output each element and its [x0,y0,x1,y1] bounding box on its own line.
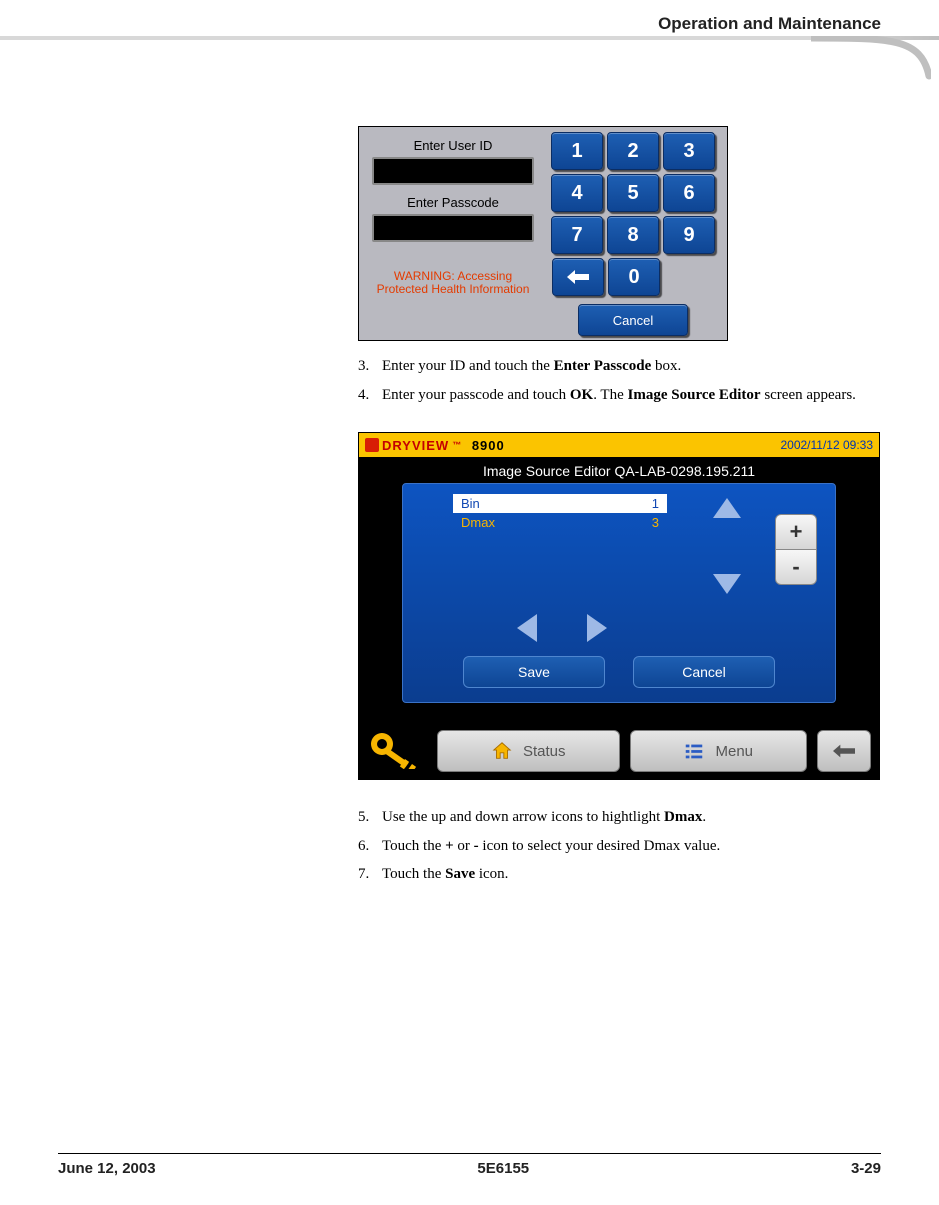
step-5: 5. Use the up and down arrow icons to hi… [358,806,871,829]
arrow-down-button[interactable] [713,574,741,594]
arrow-up-icon [713,498,741,518]
key-9[interactable]: 9 [663,216,715,254]
screen-title: Image Source Editor QA-LAB-0298.195.211 [359,457,879,483]
arrow-down-icon [713,574,741,594]
backspace-icon [567,270,589,284]
key-backspace[interactable] [552,258,604,296]
plus-button[interactable]: + [775,514,817,549]
header-divider [0,36,939,86]
step-7: 7. Touch the Save icon. [358,863,871,886]
home-icon [491,740,513,762]
instruction-list-b: 5. Use the up and down arrow icons to hi… [358,806,871,886]
kodak-logo-icon [365,438,379,452]
screenshot-image-source-editor: DRYVIEW™ 8900 2002/11/12 09:33 Image Sou… [358,432,880,780]
page-footer: June 12, 2003 5E6155 3-29 [58,1153,881,1177]
arrow-right-button[interactable] [587,614,607,642]
step-6: 6. Touch the + or - icon to select your … [358,835,871,858]
passcode-field[interactable] [372,214,534,242]
label-passcode: Enter Passcode [407,195,499,210]
back-arrow-icon [833,740,855,762]
parameter-list: Bin 1 Dmax 3 [453,494,667,532]
key-1[interactable]: 1 [551,132,603,170]
footer-date: June 12, 2003 [58,1160,156,1177]
screenshot-enter-passcode: Enter User ID Enter Passcode WARNING: Ac… [358,126,728,341]
cancel-button[interactable]: Cancel [578,304,688,336]
plus-minus-stepper: + - [775,514,815,585]
param-row-dmax[interactable]: Dmax 3 [453,513,667,532]
menu-button[interactable]: Menu [630,730,808,772]
param-label: Bin [461,496,480,511]
param-label: Dmax [461,515,495,530]
key-0[interactable]: 0 [608,258,660,296]
warning-text: WARNING: Accessing Protected Health Info… [377,270,530,296]
bottom-nav: Status Menu [359,703,879,779]
key-8[interactable]: 8 [607,216,659,254]
key-3[interactable]: 3 [663,132,715,170]
key-2[interactable]: 2 [607,132,659,170]
brand: DRYVIEW™ 8900 [365,438,505,453]
step-3: 3. Enter your ID and touch the Enter Pas… [358,355,871,378]
section-title: Operation and Maintenance [58,14,881,34]
key-6[interactable]: 6 [663,174,715,212]
key-7[interactable]: 7 [551,216,603,254]
user-id-field[interactable] [372,157,534,185]
arrow-left-icon [517,614,537,642]
footer-doc-id: 5E6155 [477,1160,529,1177]
editor-panel: Bin 1 Dmax 3 + - Save Cancel [402,483,836,703]
key-icon [367,729,427,773]
arrow-left-button[interactable] [517,614,537,642]
key-5[interactable]: 5 [607,174,659,212]
footer-page-number: 3-29 [851,1160,881,1177]
title-bar: DRYVIEW™ 8900 2002/11/12 09:33 [359,433,879,457]
param-value: 1 [652,496,659,511]
key-4[interactable]: 4 [551,174,603,212]
arrow-up-button[interactable] [713,498,741,518]
arrow-right-icon [587,614,607,642]
minus-button[interactable]: - [775,549,817,585]
cancel-button[interactable]: Cancel [633,656,775,688]
instruction-list-a: 3. Enter your ID and touch the Enter Pas… [358,355,871,406]
numeric-keypad: 1 2 3 4 5 6 7 8 9 0 Cancel [546,132,720,336]
timestamp: 2002/11/12 09:33 [780,438,873,452]
save-button[interactable]: Save [463,656,605,688]
param-row-bin[interactable]: Bin 1 [453,494,667,513]
back-button[interactable] [817,730,871,772]
param-value: 3 [652,515,659,530]
status-button[interactable]: Status [437,730,620,772]
label-user-id: Enter User ID [414,138,493,153]
list-icon [683,740,705,762]
step-4: 4. Enter your passcode and touch OK. The… [358,384,871,407]
